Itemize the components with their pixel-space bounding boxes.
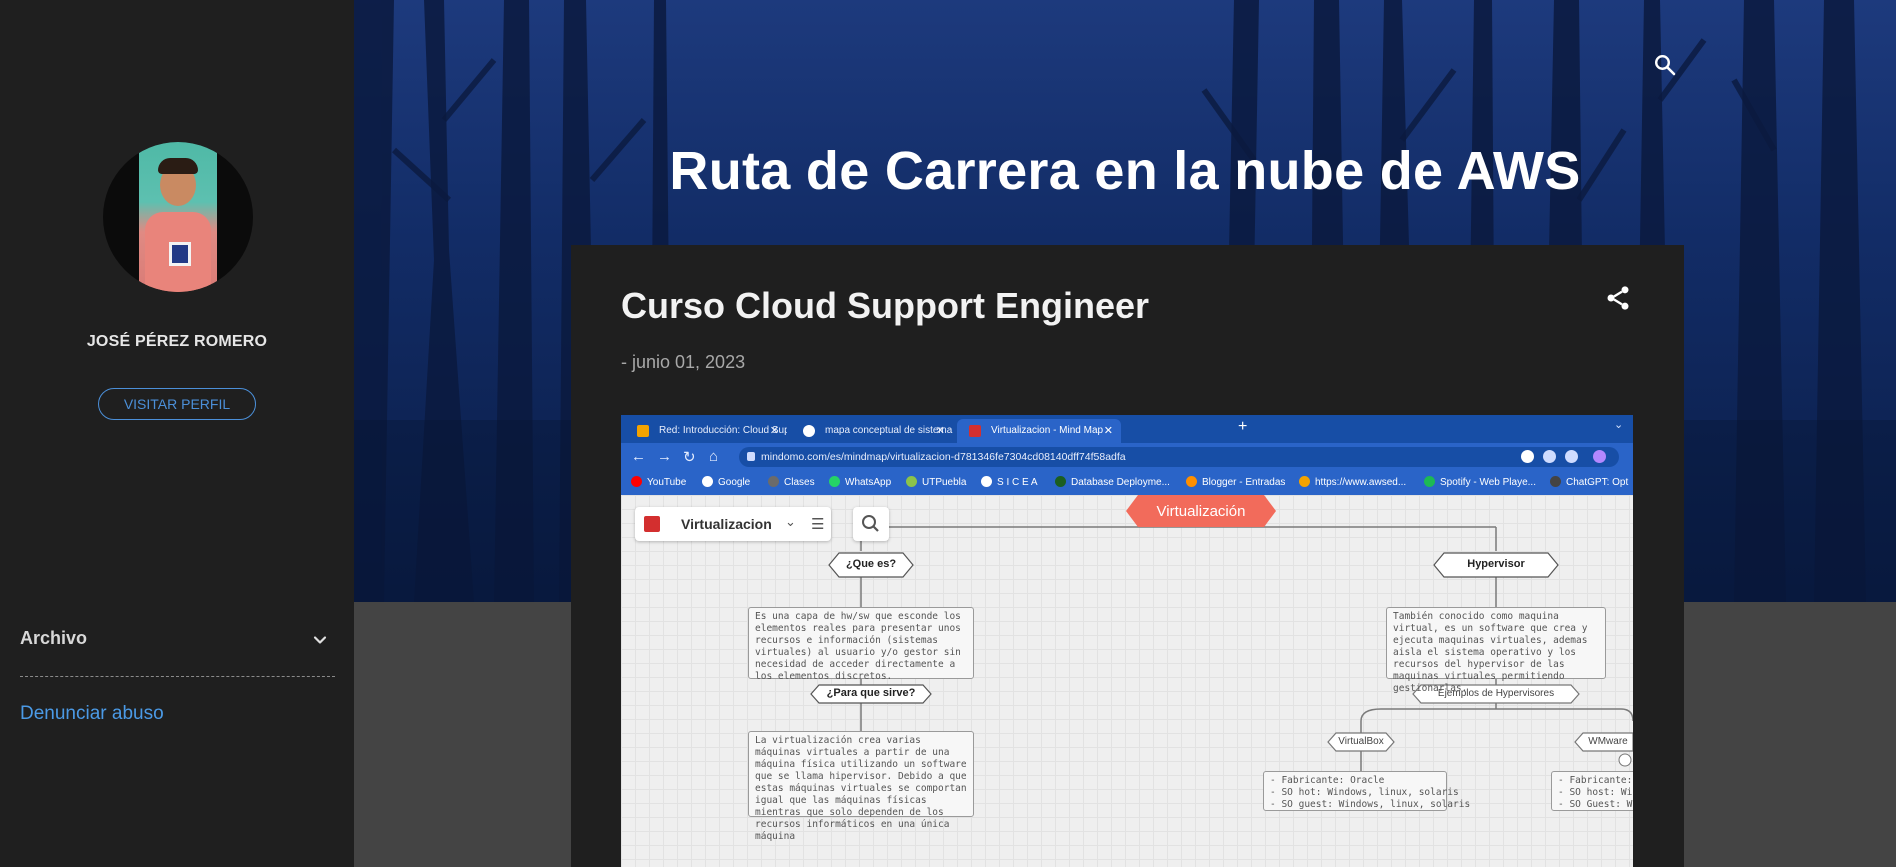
- mindmap-canvas: Virtualizacion ⌄ ☰ Virtualización ¿Que e…: [621, 495, 1633, 867]
- profile-name: JOSÉ PÉREZ ROMERO: [86, 333, 268, 350]
- share-page-icon: [1543, 450, 1556, 463]
- node-vmware: WMware: [1588, 736, 1628, 747]
- note-virtualbox: - Fabricante: Oracle - SO hot: Windows, …: [1263, 771, 1470, 811]
- archive-heading[interactable]: Archivo: [20, 628, 87, 649]
- note-que-es: Es una capa de hw/sw que esconde los ele…: [748, 607, 974, 682]
- bookmark-label: Google: [718, 477, 751, 488]
- mindomo-icon: [969, 425, 981, 437]
- bookmark-label: Blogger - Entradas: [1202, 477, 1286, 488]
- sicea-icon: [981, 476, 992, 487]
- bookmark-item: https://www.awsed...: [1299, 476, 1406, 488]
- classes-icon: [768, 476, 779, 487]
- bookmark-item: Spotify - Web Playe...: [1424, 476, 1536, 488]
- spotify-icon: [1424, 476, 1435, 487]
- mindmap-root-label: Virtualización: [1156, 503, 1246, 520]
- bookmarks-bar: YouTube Google Clases WhatsApp UTPuebla …: [621, 471, 1633, 495]
- url-text: mindomo.com/es/mindmap/virtualizacion-d7…: [761, 451, 1126, 463]
- browser-tab-label: Red: Introducción: Cloud Suppor: [659, 425, 787, 436]
- node-que-es: ¿Que es?: [845, 558, 897, 570]
- bookmark-item: Blogger - Entradas: [1186, 476, 1285, 488]
- bookmark-label: S I C E A: [997, 477, 1038, 488]
- bookmark-label: https://www.awsed...: [1315, 477, 1407, 488]
- aws-icon: [1299, 476, 1310, 487]
- note-para-que-sirve: La virtualización crea varias máquinas v…: [748, 731, 974, 842]
- browser-tab: Red: Introducción: Cloud Suppor ✕: [625, 419, 787, 443]
- utpuebla-icon: [906, 476, 917, 487]
- menu-icon: ☰: [811, 516, 825, 533]
- post-title[interactable]: Curso Cloud Support Engineer: [621, 285, 1149, 327]
- post-card: Curso Cloud Support Engineer - junio 01,…: [571, 245, 1684, 867]
- avatar-hair: [158, 158, 198, 174]
- home-icon: ⌂: [709, 448, 719, 465]
- bookmark-item: WhatsApp: [829, 476, 891, 488]
- mindmap-title: Virtualizacion: [681, 516, 772, 532]
- tab-menu-icon: ⌄: [1614, 419, 1624, 431]
- browser-address-bar: ← → ↻ ⌂ mindomo.com/es/mindmap/virtualiz…: [621, 443, 1633, 471]
- node-hypervisor: Hypervisor: [1467, 558, 1525, 570]
- bookmark-item: Google: [702, 476, 750, 488]
- reload-icon: ↻: [683, 449, 696, 466]
- bookmark-label: Spotify - Web Playe...: [1440, 477, 1536, 488]
- close-icon: ✕: [1103, 425, 1113, 437]
- bookmark-item: S I C E A: [981, 476, 1038, 488]
- browser-tab-label: Virtualizacion - Mind Map: [991, 425, 1104, 436]
- bookmark-label: ChatGPT: Opt: [1566, 477, 1629, 488]
- extension-icon: [1593, 450, 1606, 463]
- bookmark-item: Database Deployme...: [1055, 476, 1170, 488]
- mindmap-toolbar: Virtualizacion ⌄ ☰: [635, 507, 831, 541]
- package-icon: [637, 425, 649, 437]
- star-icon: [1565, 450, 1578, 463]
- chatgpt-icon: [1550, 476, 1561, 487]
- bookmark-label: Clases: [784, 477, 815, 488]
- visit-profile-button[interactable]: VISITAR PERFIL: [98, 388, 256, 420]
- lock-icon: [747, 452, 755, 461]
- browser-tab-bar: Red: Introducción: Cloud Suppor ✕ mapa c…: [621, 415, 1633, 443]
- post-image-screenshot[interactable]: Red: Introducción: Cloud Suppor ✕ mapa c…: [621, 415, 1633, 867]
- mongodb-icon: [1055, 476, 1066, 487]
- close-icon: ✕: [935, 425, 945, 437]
- google-lens-icon: [1521, 450, 1534, 463]
- back-icon: ←: [631, 448, 646, 465]
- chevron-down-icon: ⌄: [785, 514, 796, 529]
- node-virtualbox: VirtualBox: [1338, 736, 1384, 747]
- new-tab-icon: +: [1238, 418, 1248, 435]
- bookmark-item: YouTube: [631, 476, 686, 488]
- report-abuse-link[interactable]: Denunciar abuso: [20, 703, 164, 725]
- avatar[interactable]: [103, 142, 253, 292]
- browser-tab: mapa conceptual de sistema ope ✕: [791, 419, 953, 443]
- whatsapp-icon: [829, 476, 840, 487]
- avatar-shirt-logo: [169, 242, 191, 266]
- post-date: - junio 01, 2023: [621, 352, 746, 372]
- bookmark-item: Clases: [768, 476, 815, 488]
- mindomo-logo-icon: [644, 516, 660, 532]
- bookmark-label: WhatsApp: [845, 477, 892, 488]
- url-field: mindomo.com/es/mindmap/virtualizacion-d7…: [739, 447, 1619, 467]
- browser-tab-label: mapa conceptual de sistema ope: [825, 425, 953, 436]
- bookmark-label: Database Deployme...: [1071, 477, 1170, 488]
- archive-divider: [20, 676, 335, 677]
- note-hypervisor: También conocido como maquina virtual, e…: [1386, 607, 1606, 694]
- mindmap-search-button: [853, 507, 889, 541]
- search-icon[interactable]: [1653, 53, 1677, 77]
- bookmark-label: YouTube: [647, 477, 687, 488]
- browser-tab-active: Virtualizacion - Mind Map ✕: [957, 419, 1121, 443]
- share-icon[interactable]: [1604, 284, 1632, 312]
- bookmark-label: UTPuebla: [922, 477, 967, 488]
- forward-icon: →: [657, 448, 672, 465]
- google-icon: [702, 476, 713, 487]
- blogger-icon: [1186, 476, 1197, 487]
- sidebar: JOSÉ PÉREZ ROMERO VISITAR PERFIL Archivo…: [0, 0, 354, 867]
- youtube-icon: [631, 476, 642, 487]
- chevron-down-icon[interactable]: [310, 630, 330, 650]
- note-vmware: - Fabricante: W - SO host: Win - SO Gues…: [1551, 771, 1633, 811]
- search-icon: [862, 515, 879, 532]
- bookmark-item: UTPuebla: [906, 476, 966, 488]
- node-para-que-sirve: ¿Para que sirve?: [826, 687, 916, 699]
- google-icon: [803, 425, 815, 437]
- close-icon: ✕: [769, 425, 779, 437]
- blog-title[interactable]: Ruta de Carrera en la nube de AWS: [600, 140, 1650, 202]
- bookmark-item: ChatGPT: Opt: [1550, 476, 1628, 488]
